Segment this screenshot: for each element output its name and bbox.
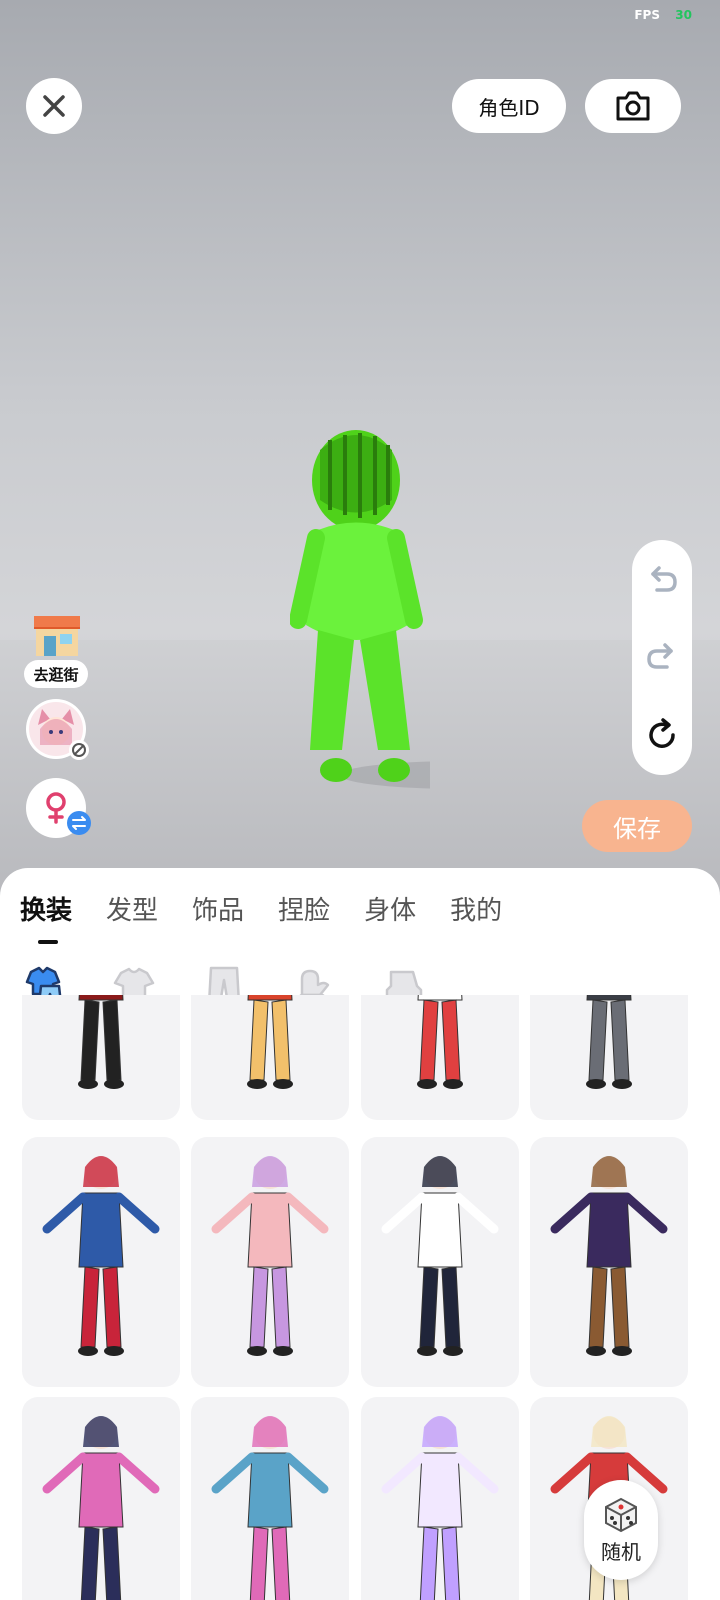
shop-icon: [34, 616, 80, 656]
fps-label: FPS: [634, 8, 660, 22]
category-tabs: 换装 发型 饰品 捏脸 身体 我的: [20, 890, 502, 927]
fps-value: 30: [675, 8, 692, 22]
outfit-figure: [42, 1156, 160, 1356]
close-button[interactable]: [26, 78, 82, 134]
character-avatar-button[interactable]: [26, 699, 89, 760]
outfit-card[interactable]: [361, 1137, 519, 1387]
outfit-card[interactable]: [22, 995, 180, 1120]
outfit-card[interactable]: [22, 1137, 180, 1387]
outfit-figure: [417, 995, 463, 1089]
outfit-card[interactable]: [530, 1137, 688, 1387]
avatar-scene[interactable]: FPS 30 角色ID 保存 去逛街: [0, 0, 720, 900]
outfit-figure: [78, 995, 124, 1089]
avatar-figure[interactable]: [290, 430, 430, 790]
role-id-button[interactable]: 角色ID: [452, 79, 566, 133]
outfit-figure: [381, 1156, 499, 1356]
hidden-badge-icon: [69, 740, 89, 760]
tab-body[interactable]: 身体: [364, 890, 416, 927]
tab-mine[interactable]: 我的: [450, 890, 502, 927]
camera-icon: [616, 91, 650, 121]
outfit-card[interactable]: [361, 1397, 519, 1600]
side-toolbar: [632, 540, 692, 775]
outfit-figure: [211, 1416, 329, 1600]
undo-icon[interactable]: [645, 564, 679, 594]
save-button[interactable]: 保存: [582, 800, 692, 852]
redo-icon[interactable]: [645, 641, 679, 671]
dice-icon: [605, 1497, 637, 1532]
gender-switch-button[interactable]: [26, 778, 91, 838]
tab-accessories[interactable]: 饰品: [192, 890, 244, 927]
outfit-card[interactable]: [530, 995, 688, 1120]
outfit-card[interactable]: [191, 995, 349, 1120]
tab-outfit[interactable]: 换装: [20, 890, 72, 927]
outfit-card[interactable]: [361, 995, 519, 1120]
swap-icon: [67, 811, 91, 835]
outfit-figure: [247, 995, 293, 1089]
role-id-label: 角色ID: [478, 95, 540, 120]
outfit-figure: [42, 1416, 160, 1600]
outfit-figure: [586, 995, 632, 1089]
tab-hairstyle[interactable]: 发型: [106, 890, 158, 927]
camera-button[interactable]: [585, 79, 681, 133]
outfit-card[interactable]: [191, 1397, 349, 1600]
outfit-card[interactable]: [22, 1397, 180, 1600]
active-tab-indicator: [38, 940, 58, 944]
shop-label[interactable]: 去逛街: [24, 660, 88, 688]
outfit-figure: [381, 1416, 499, 1600]
close-icon: [43, 95, 65, 117]
reset-icon[interactable]: [645, 717, 679, 752]
outfit-figure: [550, 1156, 668, 1356]
random-button[interactable]: 随机: [584, 1480, 658, 1580]
outfit-card[interactable]: [191, 1137, 349, 1387]
outfit-figure: [211, 1156, 329, 1356]
random-label: 随机: [601, 1539, 641, 1564]
tab-face[interactable]: 捏脸: [278, 890, 330, 927]
